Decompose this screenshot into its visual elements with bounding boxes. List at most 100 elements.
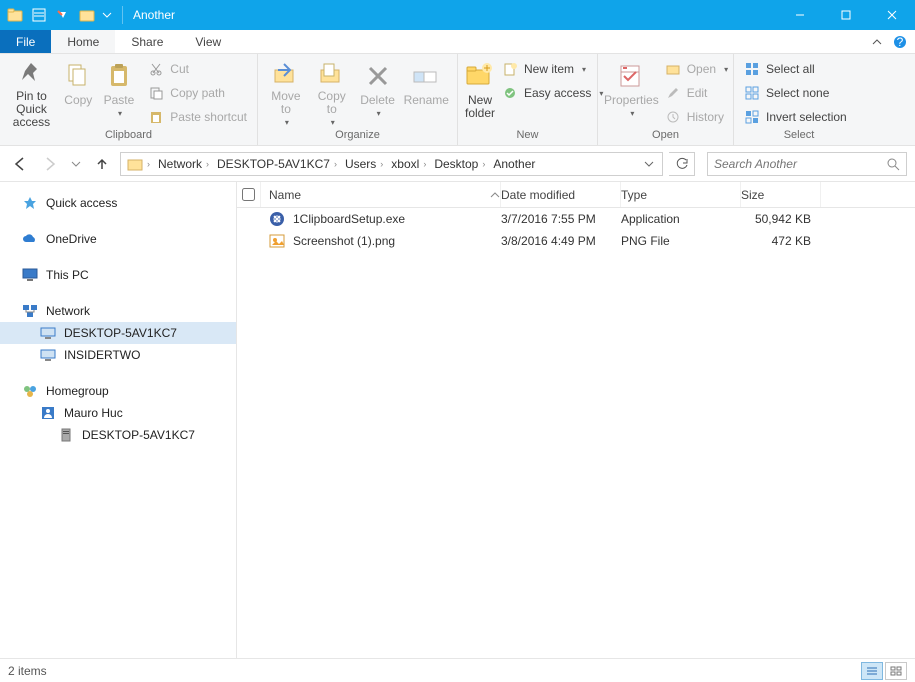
tab-file[interactable]: File bbox=[0, 30, 51, 53]
edit-button[interactable]: Edit bbox=[661, 82, 732, 104]
tower-icon bbox=[58, 427, 74, 443]
tab-home[interactable]: Home bbox=[51, 30, 115, 53]
help-icon[interactable]: ? bbox=[893, 35, 907, 49]
copy-button[interactable]: Copy bbox=[59, 56, 98, 126]
easy-access-icon bbox=[502, 85, 518, 101]
search-box[interactable] bbox=[707, 152, 907, 176]
back-button[interactable] bbox=[8, 152, 32, 176]
tree-hg-pc[interactable]: DESKTOP-5AV1KC7 bbox=[0, 424, 236, 446]
window-title: Another bbox=[133, 8, 175, 22]
pc-icon bbox=[40, 347, 56, 363]
table-row[interactable]: Screenshot (1).png3/8/2016 4:49 PMPNG Fi… bbox=[237, 230, 915, 252]
history-icon bbox=[665, 109, 681, 125]
open-icon bbox=[665, 61, 681, 77]
cut-button[interactable]: Cut bbox=[144, 58, 251, 80]
delete-button[interactable]: Delete▾ bbox=[356, 56, 400, 126]
column-headers: Name Date modified Type Size bbox=[237, 182, 915, 208]
open-button[interactable]: Open▾ bbox=[661, 58, 732, 80]
col-size[interactable]: Size bbox=[741, 182, 821, 207]
tree-net-item-1[interactable]: INSIDERTWO bbox=[0, 344, 236, 366]
col-type[interactable]: Type bbox=[621, 182, 741, 207]
copy-path-button[interactable]: Copy path bbox=[144, 82, 251, 104]
properties-qat-icon[interactable] bbox=[28, 4, 50, 26]
thumbnails-view-button[interactable] bbox=[885, 662, 907, 680]
close-button[interactable] bbox=[869, 0, 915, 30]
paste-shortcut-button[interactable]: Paste shortcut bbox=[144, 106, 251, 128]
file-date: 3/7/2016 7:55 PM bbox=[501, 212, 621, 226]
select-none-icon bbox=[744, 85, 760, 101]
tree-onedrive[interactable]: OneDrive bbox=[0, 228, 236, 250]
share-qat-icon[interactable] bbox=[52, 4, 74, 26]
address-dropdown-button[interactable] bbox=[638, 153, 660, 175]
invert-selection-button[interactable]: Invert selection bbox=[740, 106, 851, 128]
history-button[interactable]: History bbox=[661, 106, 732, 128]
minimize-button[interactable] bbox=[777, 0, 823, 30]
tree-homegroup[interactable]: Homegroup bbox=[0, 380, 236, 402]
copy-to-button[interactable]: Copy to▾ bbox=[310, 56, 354, 126]
paste-shortcut-icon bbox=[148, 109, 164, 125]
pin-to-quick-access-button[interactable]: Pin to Quick access bbox=[6, 56, 57, 126]
folder-icon bbox=[127, 156, 143, 172]
properties-button[interactable]: Properties▾ bbox=[604, 56, 659, 126]
crumb-user[interactable]: xboxl› bbox=[387, 157, 430, 171]
crumb-users[interactable]: Users› bbox=[341, 157, 387, 171]
paste-icon bbox=[103, 60, 135, 92]
collapse-ribbon-icon[interactable] bbox=[871, 36, 883, 48]
crumb-current[interactable]: Another bbox=[489, 157, 539, 171]
copy-path-icon bbox=[148, 85, 164, 101]
new-item-button[interactable]: New item▾ bbox=[498, 58, 607, 80]
easy-access-button[interactable]: Easy access▾ bbox=[498, 82, 607, 104]
tree-this-pc[interactable]: This PC bbox=[0, 264, 236, 286]
star-icon bbox=[22, 195, 38, 211]
navigation-row: › Network› DESKTOP-5AV1KC7› Users› xboxl… bbox=[0, 146, 915, 182]
group-label-open: Open bbox=[598, 129, 733, 145]
tabs-row: File Home Share View ? bbox=[0, 30, 915, 54]
address-bar[interactable]: › Network› DESKTOP-5AV1KC7› Users› xboxl… bbox=[120, 152, 663, 176]
user-icon bbox=[40, 405, 56, 421]
crumb-network[interactable]: Network› bbox=[154, 157, 213, 171]
select-all-button[interactable]: Select all bbox=[740, 58, 851, 80]
file-name: 1ClipboardSetup.exe bbox=[293, 212, 405, 226]
copy-to-icon bbox=[316, 60, 348, 88]
file-icon bbox=[269, 211, 285, 227]
up-button[interactable] bbox=[90, 152, 114, 176]
maximize-button[interactable] bbox=[823, 0, 869, 30]
select-all-icon bbox=[744, 61, 760, 77]
crumb-desktop[interactable]: Desktop› bbox=[430, 157, 489, 171]
file-type: PNG File bbox=[621, 234, 741, 248]
homegroup-icon bbox=[22, 383, 38, 399]
col-date[interactable]: Date modified bbox=[501, 182, 621, 207]
newfolder-qat-icon[interactable] bbox=[76, 4, 98, 26]
recent-locations-button[interactable] bbox=[68, 152, 84, 176]
status-item-count: 2 items bbox=[8, 664, 47, 678]
select-all-checkbox[interactable] bbox=[242, 188, 255, 201]
copy-icon bbox=[62, 60, 94, 92]
table-row[interactable]: 1ClipboardSetup.exe3/7/2016 7:55 PMAppli… bbox=[237, 208, 915, 230]
delete-icon bbox=[362, 60, 394, 92]
tab-view[interactable]: View bbox=[179, 30, 237, 53]
navigation-pane: Quick access OneDrive This PC Network DE… bbox=[0, 182, 237, 658]
tree-quick-access[interactable]: Quick access bbox=[0, 192, 236, 214]
select-none-button[interactable]: Select none bbox=[740, 82, 851, 104]
pin-icon bbox=[15, 60, 47, 88]
new-folder-button[interactable]: New folder bbox=[464, 56, 496, 126]
paste-button[interactable]: Paste▾ bbox=[100, 56, 139, 126]
tab-share[interactable]: Share bbox=[115, 30, 179, 53]
file-date: 3/8/2016 4:49 PM bbox=[501, 234, 621, 248]
rename-button[interactable]: Rename bbox=[401, 56, 451, 126]
tree-hg-user[interactable]: Mauro Huc bbox=[0, 402, 236, 424]
crumb-pc[interactable]: DESKTOP-5AV1KC7› bbox=[213, 157, 341, 171]
tree-network[interactable]: Network bbox=[0, 300, 236, 322]
details-view-button[interactable] bbox=[861, 662, 883, 680]
tree-net-item-0[interactable]: DESKTOP-5AV1KC7 bbox=[0, 322, 236, 344]
refresh-button[interactable] bbox=[669, 152, 695, 176]
col-name[interactable]: Name bbox=[261, 182, 501, 207]
move-to-icon bbox=[270, 60, 302, 88]
search-input[interactable] bbox=[714, 157, 886, 171]
group-label-organize: Organize bbox=[258, 129, 457, 145]
move-to-button[interactable]: Move to▾ bbox=[264, 56, 308, 126]
qat-dropdown-icon[interactable] bbox=[100, 4, 114, 26]
file-size: 50,942 KB bbox=[741, 212, 821, 226]
forward-button[interactable] bbox=[38, 152, 62, 176]
monitor-icon bbox=[22, 267, 38, 283]
